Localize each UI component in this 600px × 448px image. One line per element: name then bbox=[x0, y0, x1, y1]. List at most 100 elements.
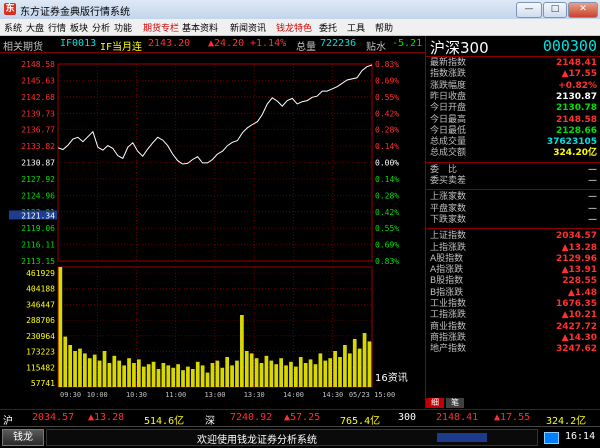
intraday-chart[interactable]: 2148.58 0.83% 2145.63 0.69% 2142.68 0.55% 2139… bbox=[0, 53, 425, 409]
volume-bar bbox=[161, 363, 166, 387]
panel-separator bbox=[426, 161, 600, 163]
order-ratio-value: — bbox=[588, 176, 597, 186]
index-stat-value: 324.20亿 bbox=[553, 148, 597, 159]
monitor-icon[interactable] bbox=[544, 432, 559, 444]
volume-bar bbox=[357, 348, 362, 387]
index-stat-value: ▲17.55 bbox=[561, 69, 597, 80]
volume-tick-label: 288706 bbox=[26, 316, 55, 325]
hs300-index: 2148.41 bbox=[436, 412, 479, 423]
breadth-row: 上涨家数 — bbox=[430, 192, 597, 203]
market-index-row: B股指数 228.55 bbox=[430, 276, 597, 287]
tab-detail[interactable]: 细 bbox=[426, 398, 444, 408]
volume-bar bbox=[83, 353, 87, 387]
time-tick-label: 10:00 bbox=[87, 391, 108, 399]
index-stat-row: 今日开盘 2130.78 bbox=[430, 103, 597, 114]
tab-ticks[interactable]: 笔 bbox=[446, 398, 464, 408]
market-index-row: 地产指数 3247.62 bbox=[430, 344, 597, 355]
time-tick-label: 11:00 bbox=[165, 391, 186, 399]
volume-bar bbox=[240, 315, 244, 387]
menu-tools[interactable]: 工具 bbox=[347, 21, 365, 34]
volume-bar bbox=[308, 359, 313, 387]
chart-svg[interactable]: 2148.58 0.83% 2145.63 0.69% 2142.68 0.55% 2139… bbox=[0, 53, 425, 409]
hs300-change: ▲17.55 bbox=[494, 412, 531, 423]
index-stat-value: +0.82% bbox=[558, 80, 597, 91]
order-ratio-row: 委 比 — bbox=[430, 165, 597, 176]
pct-tick-label: 0.28% bbox=[375, 191, 399, 200]
breadth-label: 上涨家数 bbox=[430, 192, 467, 203]
brand-button[interactable]: 钱龙 bbox=[2, 429, 44, 446]
close-button[interactable]: ✕ bbox=[568, 2, 598, 18]
volume-bar bbox=[323, 360, 328, 387]
breadth-row: 平盘家数 — bbox=[430, 204, 597, 215]
maximize-button[interactable]: □ bbox=[543, 2, 567, 18]
header-price: 2143.20 bbox=[148, 38, 191, 49]
menu-functions[interactable]: 功能 bbox=[114, 21, 132, 34]
index-stat-label: 今日最高 bbox=[430, 114, 467, 125]
market-index-label: 地产指数 bbox=[430, 344, 467, 355]
breadth-row: 下跌家数 — bbox=[430, 215, 597, 226]
index-stat-value: 2130.87 bbox=[556, 91, 597, 102]
menu-quotes[interactable]: 行情 bbox=[48, 21, 66, 34]
index-stat-row: 今日最低 2128.66 bbox=[430, 126, 597, 137]
volume-tick-label: 346447 bbox=[26, 300, 55, 309]
menu-trade[interactable]: 委托 bbox=[319, 21, 337, 34]
header-name: 相关期货 bbox=[3, 42, 43, 53]
index-stat-label: 指数涨跌 bbox=[430, 69, 467, 80]
time-tick-label: 13:00 bbox=[204, 391, 225, 399]
volume-tick-label: 115482 bbox=[26, 363, 55, 372]
volume-bar bbox=[294, 366, 298, 387]
time-tick-label: 14:30 bbox=[322, 391, 343, 399]
pct-tick-label: 0.28% bbox=[375, 126, 399, 135]
volume-tick-label: 230964 bbox=[26, 332, 55, 341]
menu-news[interactable]: 新闻资讯 bbox=[230, 21, 266, 34]
sh-amount: 514.6亿 bbox=[144, 416, 185, 427]
breadth-value: — bbox=[588, 203, 597, 214]
volume-bar bbox=[347, 353, 352, 387]
volume-bar bbox=[200, 365, 205, 387]
market-index-value: 2034.57 bbox=[556, 231, 597, 242]
price-tick-label: 2145.63 bbox=[21, 76, 55, 85]
pct-tick-label: 0.69% bbox=[375, 241, 399, 250]
market-index-value: ▲1.48 bbox=[567, 287, 597, 298]
volume-bar bbox=[264, 355, 269, 387]
order-ratio-label: 委买卖差 bbox=[430, 176, 467, 186]
volume-bar bbox=[249, 353, 254, 387]
volume-bar bbox=[289, 361, 293, 387]
index-stat-row: 总成交额 324.20亿 bbox=[430, 148, 597, 159]
pct-tick-label: 0.14% bbox=[375, 175, 399, 184]
price-tick-label: 2133.82 bbox=[21, 142, 55, 151]
market-index-row: 工业指数 1676.35 bbox=[430, 299, 597, 310]
time-tick-label: 14:00 bbox=[283, 391, 304, 399]
index-title-bar: 沪深300 000300 bbox=[426, 36, 600, 57]
menu-qianlong[interactable]: 钱龙特色 bbox=[276, 21, 312, 34]
index-stat-value: 2148.58 bbox=[556, 114, 597, 125]
volume-bar bbox=[274, 364, 279, 387]
menu-market[interactable]: 大盘 bbox=[26, 21, 44, 34]
volume-bar bbox=[63, 336, 68, 387]
pct-tick-label: 0.42% bbox=[375, 208, 399, 217]
volume-bar bbox=[244, 351, 249, 387]
market-index-label: B股指数 bbox=[430, 276, 464, 287]
volume-bar bbox=[328, 358, 333, 387]
menu-sectors[interactable]: 板块 bbox=[70, 21, 88, 34]
index-stat-value: 2148.41 bbox=[556, 58, 597, 68]
volume-bar bbox=[117, 360, 122, 387]
news-label: 16资讯 bbox=[375, 372, 408, 384]
volume-bar bbox=[215, 360, 220, 387]
menu-help[interactable]: 帮助 bbox=[375, 21, 393, 34]
minimize-button[interactable]: — bbox=[516, 2, 542, 18]
sh-change: ▲13.28 bbox=[88, 412, 125, 423]
volume-bar bbox=[186, 366, 190, 387]
volume-bar bbox=[269, 360, 274, 387]
market-index-label: 上指涨跌 bbox=[430, 242, 467, 253]
hs300-label: 300 bbox=[398, 412, 417, 423]
pct-tick-label: 0.55% bbox=[375, 224, 399, 233]
menu-futures[interactable]: 期货专栏 bbox=[143, 21, 179, 34]
market-index-value: 2129.96 bbox=[556, 253, 597, 264]
menu-fundamentals[interactable]: 基本资料 bbox=[182, 21, 218, 34]
index-stat-label: 今日最低 bbox=[430, 125, 467, 136]
menu-analysis[interactable]: 分析 bbox=[92, 21, 110, 34]
header-code: IF0013 bbox=[60, 38, 97, 49]
index-stat-label: 最新指数 bbox=[430, 58, 467, 68]
menu-system[interactable]: 系统 bbox=[4, 21, 22, 34]
